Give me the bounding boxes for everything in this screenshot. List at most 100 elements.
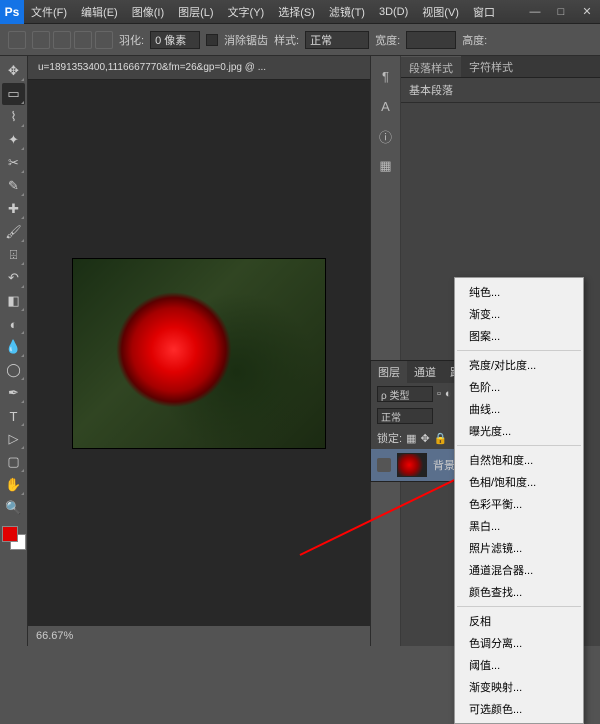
antialias-checkbox[interactable] [206,34,218,46]
ctx-pattern[interactable]: 图案... [455,325,583,347]
marquee-tool[interactable]: ▭ [2,83,25,105]
menu-image[interactable]: 图像(I) [125,4,171,20]
ctx-invert[interactable]: 反相 [455,610,583,632]
zoom-tool[interactable]: 🔍 [2,497,25,519]
crop-tool[interactable]: ✂ [2,152,25,174]
tab-layers[interactable]: 图层 [371,361,407,383]
ctx-vibrance[interactable]: 自然饱和度... [455,449,583,471]
tool-preset-icon[interactable] [8,31,26,49]
paragraph-style-default[interactable]: 基本段落 [401,78,600,102]
shape-tool[interactable]: ▢ [2,451,25,473]
ctx-curves[interactable]: 曲线... [455,398,583,420]
layer-thumbnail[interactable] [397,453,427,477]
minimize-button[interactable]: — [522,2,548,22]
sel-new-icon[interactable] [32,31,50,49]
heal-tool[interactable]: ✚ [2,198,25,220]
layer-name: 背景 [433,457,455,473]
sel-intersect-icon[interactable] [95,31,113,49]
menu-3d[interactable]: 3D(D) [372,6,415,18]
ctx-exposure[interactable]: 曝光度... [455,420,583,442]
lock-position-icon[interactable]: ✥ [420,432,429,445]
paragraph-icon[interactable]: ¶ [378,68,394,84]
tab-paragraph-styles[interactable]: 段落样式 [401,56,461,77]
brush-tool[interactable]: 🖌 [2,221,25,243]
feather-input[interactable] [150,31,200,49]
ctx-photo-filter[interactable]: 照片滤镜... [455,537,583,559]
eyedropper-tool[interactable]: ✎ [2,175,25,197]
move-tool[interactable]: ✥ [2,60,25,82]
ctx-hue-saturation[interactable]: 色相/饱和度... [455,471,583,493]
canvas[interactable] [28,80,370,626]
ctx-brightness-contrast[interactable]: 亮度/对比度... [455,354,583,376]
lock-all-icon[interactable]: 🔒 [434,432,448,445]
paragraph-styles-panel: 段落样式 字符样式 基本段落 [401,56,600,102]
pen-tool[interactable]: ✒ [2,382,25,404]
menu-edit[interactable]: 编辑(E) [74,4,125,20]
ctx-solid-color[interactable]: 纯色... [455,281,583,303]
antialias-label: 消除锯齿 [224,32,268,48]
ctx-selective-color[interactable]: 可选颜色... [455,698,583,720]
image-content [73,259,325,448]
selection-mode-group [32,31,113,49]
height-label: 高度: [462,32,487,48]
ctx-channel-mixer[interactable]: 通道混合器... [455,559,583,581]
app-logo: Ps [0,0,24,24]
tab-character-styles[interactable]: 字符样式 [461,56,521,77]
menu-view[interactable]: 视图(V) [415,4,466,20]
hand-tool[interactable]: ✋ [2,474,25,496]
maximize-button[interactable]: □ [548,2,574,22]
feather-label: 羽化: [119,32,144,48]
lock-label: 锁定: [377,430,402,446]
ctx-posterize[interactable]: 色调分离... [455,632,583,654]
path-select-tool[interactable]: ▷ [2,428,25,450]
menu-file[interactable]: 文件(F) [24,4,74,20]
style-label: 样式: [274,32,299,48]
info-icon[interactable]: ⓘ [378,128,394,144]
document-area: u=1891353400,1116667770&fm=26&gp=0.jpg @… [28,56,370,646]
tool-bar: ✥ ▭ ⌇ ✦ ✂ ✎ ✚ 🖌 ⌹ ↶ ◧ ◐ 💧 ◯ ✒ T ▷ ▢ ✋ 🔍 [0,56,28,646]
magic-wand-tool[interactable]: ✦ [2,129,25,151]
menu-type[interactable]: 文字(Y) [221,4,272,20]
ctx-black-white[interactable]: 黑白... [455,515,583,537]
menu-layer[interactable]: 图层(L) [171,4,220,20]
ctx-color-lookup[interactable]: 颜色查找... [455,581,583,603]
layer-kind-filter[interactable]: ρ 类型 [377,386,433,402]
ctx-separator [457,445,581,446]
filter-pixel-icon[interactable]: ▫ [437,388,441,400]
menu-window[interactable]: 窗口 [466,4,502,20]
zoom-level[interactable]: 66.67% [36,630,73,642]
character-icon[interactable]: A [378,98,394,114]
lock-pixels-icon[interactable]: ▦ [406,432,416,445]
ctx-color-balance[interactable]: 色彩平衡... [455,493,583,515]
gradient-tool[interactable]: ◐ [2,313,25,335]
dodge-tool[interactable]: ◯ [2,359,25,381]
sel-subtract-icon[interactable] [74,31,92,49]
ctx-levels[interactable]: 色阶... [455,376,583,398]
visibility-toggle[interactable] [377,458,391,472]
collapsed-panel-strip: ¶ A ⓘ ▦ [371,56,401,646]
foreground-color[interactable] [2,526,18,542]
close-button[interactable]: ✕ [574,2,600,22]
ctx-separator [457,606,581,607]
menu-select[interactable]: 选择(S) [271,4,322,20]
width-input[interactable] [406,31,456,49]
stamp-tool[interactable]: ⌹ [2,244,25,266]
menu-filter[interactable]: 滤镜(T) [322,4,372,20]
ctx-gradient-map[interactable]: 渐变映射... [455,676,583,698]
color-swatches[interactable] [2,526,26,550]
tab-channels[interactable]: 通道 [407,361,443,383]
ctx-threshold[interactable]: 阈值... [455,654,583,676]
lasso-tool[interactable]: ⌇ [2,106,25,128]
history-brush-tool[interactable]: ↶ [2,267,25,289]
sel-add-icon[interactable] [53,31,71,49]
type-tool[interactable]: T [2,405,25,427]
filter-adjust-icon[interactable]: ◐ [445,388,452,400]
blur-tool[interactable]: 💧 [2,336,25,358]
status-bar: 66.67% [28,626,370,646]
style-select[interactable]: 正常 [305,31,369,49]
blend-mode-select[interactable]: 正常 [377,408,433,424]
document-tab[interactable]: u=1891353400,1116667770&fm=26&gp=0.jpg @… [28,56,370,80]
ctx-gradient[interactable]: 渐变... [455,303,583,325]
eraser-tool[interactable]: ◧ [2,290,25,312]
swatches-icon[interactable]: ▦ [378,158,394,174]
